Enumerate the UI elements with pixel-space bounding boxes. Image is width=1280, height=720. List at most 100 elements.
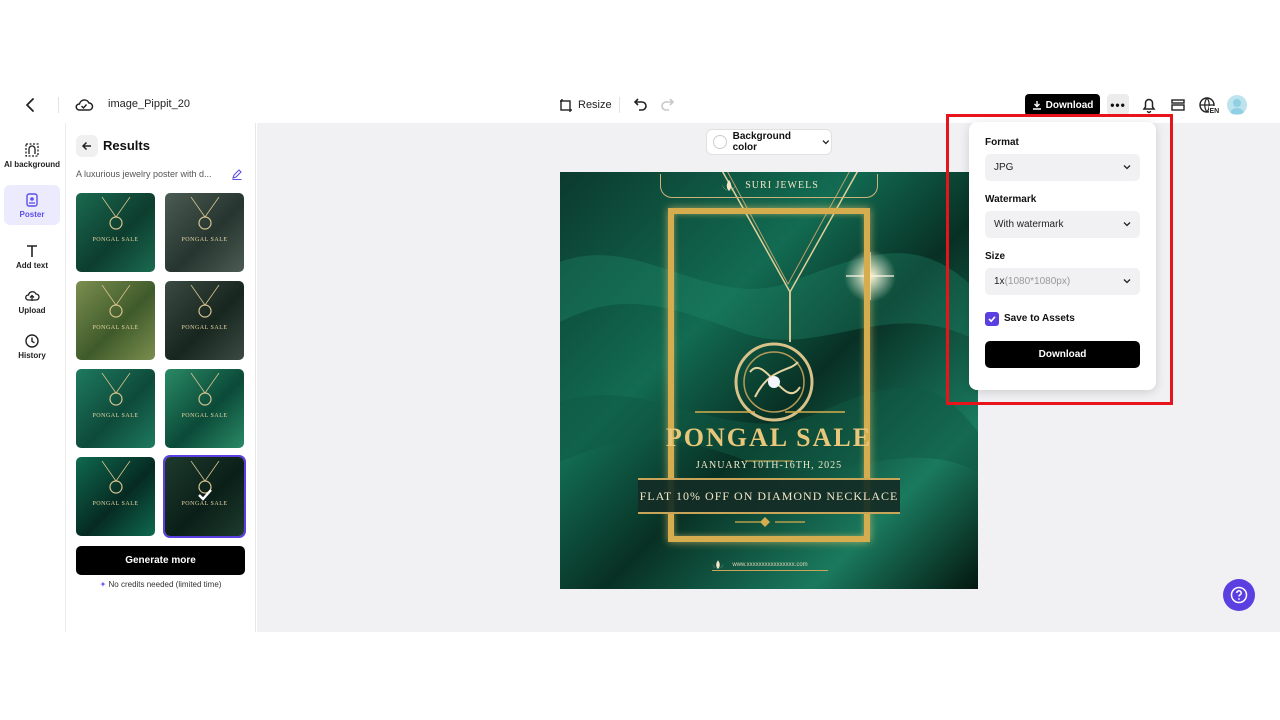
rail-item-add-text[interactable]: Add text [4, 236, 60, 276]
poster-dates: JANUARY 10TH-16TH, 2025 [695, 460, 843, 471]
layers-icon[interactable] [1168, 95, 1188, 115]
svg-text:EN: EN [1210, 108, 1220, 115]
watermark-value: With watermark [994, 219, 1064, 230]
lotus-logo-icon [722, 179, 737, 191]
back-arrow-icon[interactable] [22, 96, 40, 114]
more-icon: ••• [1110, 98, 1126, 112]
poster-canvas[interactable]: SURI JEWELS PONGAL SALE JANUARY 10TH-16T… [560, 172, 978, 589]
user-avatar[interactable] [1227, 95, 1247, 115]
edit-pencil-icon[interactable] [231, 168, 243, 180]
necklace-icon [190, 197, 219, 230]
credits-note: ✦ No credits needed (limited time) [76, 580, 245, 589]
resize-button[interactable]: Resize [559, 96, 612, 114]
thumbnail-title: PONGAL SALE [181, 413, 228, 419]
save-to-assets-checkbox[interactable] [985, 312, 999, 326]
download-settings-panel: Format JPG Watermark With watermark Size… [969, 122, 1156, 390]
upload-icon [25, 290, 40, 301]
divider [619, 97, 620, 113]
question-mark-icon [1230, 586, 1248, 604]
poster-title: PONGAL SALE [665, 423, 873, 452]
rail-label: Upload [18, 305, 46, 315]
rail-item-upload[interactable]: Upload [4, 281, 60, 321]
redo-icon[interactable] [660, 96, 676, 112]
watermark-select[interactable]: With watermark [985, 211, 1140, 238]
prompt-text: A luxurious jewelry poster with d... [76, 169, 212, 179]
divider [58, 97, 59, 113]
bell-icon[interactable] [1139, 95, 1159, 115]
result-thumbnail[interactable]: PONGAL SALE [165, 457, 244, 536]
brand-banner: SURI JEWELS [660, 174, 878, 198]
results-panel: Results A luxurious jewelry poster with … [66, 123, 256, 632]
chevron-down-icon [1123, 165, 1131, 170]
resize-label: Resize [578, 99, 612, 111]
necklace-icon [190, 285, 219, 318]
ai-background-icon [25, 142, 39, 157]
background-color-button[interactable]: Background color [706, 129, 832, 155]
file-name[interactable]: image_Pippit_20 [108, 98, 190, 110]
language-icon[interactable]: EN [1198, 95, 1220, 115]
help-button[interactable] [1223, 579, 1255, 611]
format-value: JPG [994, 162, 1014, 173]
format-label: Format [985, 137, 1019, 148]
download-icon [1032, 101, 1041, 110]
chevron-down-icon [1123, 222, 1131, 227]
necklace-icon [101, 197, 130, 230]
editor-app: image_Pippit_20 Resize Download ••• EN A… [0, 87, 1280, 632]
results-back-button[interactable] [76, 135, 98, 157]
sparkle-icon: ✦ [99, 580, 107, 589]
credits-text: No credits needed (limited time) [108, 580, 222, 589]
poster-icon [26, 192, 38, 207]
background-color-label: Background color [732, 131, 791, 153]
size-select[interactable]: 1x (1080*1080px) [985, 268, 1140, 295]
result-thumbnail[interactable]: PONGAL SALE [76, 281, 155, 360]
result-thumbnail[interactable]: PONGAL SALE [165, 193, 244, 272]
save-to-assets-label: Save to Assets [1004, 313, 1075, 324]
selected-check-icon [195, 485, 215, 505]
panel-download-button[interactable]: Download [985, 341, 1140, 368]
thumbnail-title: PONGAL SALE [181, 325, 228, 331]
left-tool-rail: AI background Poster Add text Upload His… [0, 123, 66, 632]
necklace-icon [101, 373, 130, 406]
size-value: 1x [994, 276, 1005, 287]
rail-item-ai-background[interactable]: AI background [4, 133, 60, 177]
chevron-down-icon [822, 140, 830, 145]
cloud-sync-icon[interactable] [74, 95, 94, 115]
rail-item-history[interactable]: History [4, 326, 60, 366]
watermark-label: Watermark [985, 194, 1037, 205]
resize-icon [560, 99, 572, 112]
avatar-icon [1230, 99, 1244, 114]
necklace-icon [101, 461, 130, 494]
necklace-icon [190, 373, 219, 406]
result-thumbnail[interactable]: PONGAL SALE [76, 369, 155, 448]
download-button[interactable]: Download [1025, 94, 1100, 116]
rail-label: Poster [19, 209, 45, 219]
checkmark-icon [988, 316, 996, 323]
rail-item-poster[interactable]: Poster [4, 185, 60, 225]
brand-name: SURI JEWELS [745, 180, 819, 191]
necklace-icon [101, 285, 130, 318]
result-thumbnail[interactable]: PONGAL SALE [76, 193, 155, 272]
rail-label: AI background [4, 159, 61, 169]
poster-url: www.xxxxxxxxxxxxxxxx.com [712, 562, 828, 571]
result-thumbnail[interactable]: PONGAL SALE [165, 281, 244, 360]
generate-more-button[interactable]: Generate more [76, 546, 245, 575]
top-bar: image_Pippit_20 Resize Download ••• EN [0, 87, 1280, 123]
rail-label: Add text [16, 260, 48, 270]
results-title: Results [103, 138, 150, 153]
more-options-button[interactable]: ••• [1107, 94, 1129, 116]
result-thumbnail[interactable]: PONGAL SALE [165, 369, 244, 448]
thumbnail-title: PONGAL SALE [92, 413, 139, 419]
thumbnail-title: PONGAL SALE [92, 325, 139, 331]
size-detail: (1080*1080px) [1004, 276, 1071, 287]
chevron-down-icon [1123, 279, 1131, 284]
thumbnail-title: PONGAL SALE [92, 501, 139, 507]
thumbnail-title: PONGAL SALE [92, 237, 139, 243]
format-select[interactable]: JPG [985, 154, 1140, 181]
history-icon [25, 333, 39, 348]
size-label: Size [985, 251, 1006, 262]
undo-icon[interactable] [632, 96, 648, 112]
result-thumbnail[interactable]: PONGAL SALE [76, 457, 155, 536]
arrow-left-icon [81, 141, 91, 151]
text-icon [27, 244, 37, 257]
download-label: Download [1045, 99, 1094, 111]
